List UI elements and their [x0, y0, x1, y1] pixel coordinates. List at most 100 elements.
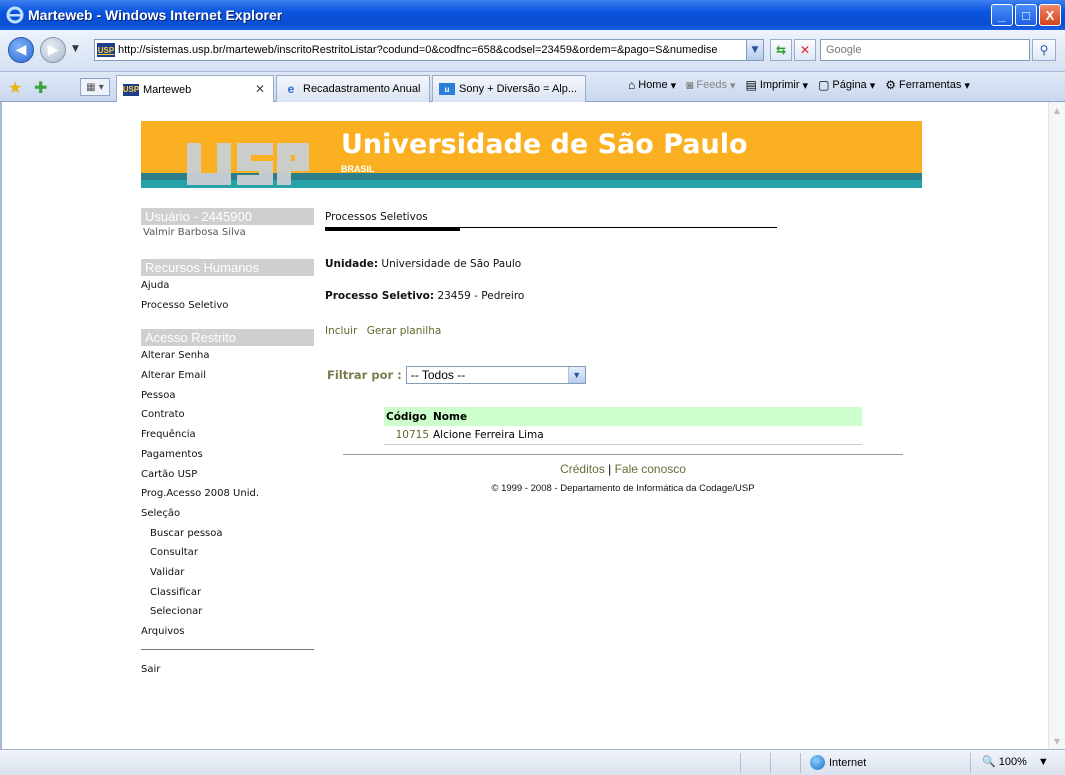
action-links: Incluir Gerar planilha [325, 325, 447, 337]
feeds-button[interactable]: ◙ Feeds ▾ [686, 78, 735, 92]
chevron-down-icon[interactable]: ▼ [567, 367, 585, 383]
sidebar-item-restricted[interactable]: Frequência [141, 425, 316, 445]
section-title-accent [325, 228, 460, 231]
add-favorites-icon[interactable]: ✚ [34, 78, 47, 97]
status-segment [970, 753, 971, 773]
column-header-codigo[interactable]: Código [384, 407, 431, 426]
address-dropdown-icon[interactable]: ▼ [746, 40, 763, 60]
filter-row: Filtrar por : -- Todos -- ▼ [327, 366, 586, 384]
scroll-up-icon[interactable]: ▲ [1049, 102, 1065, 118]
feed-icon: ◙ [686, 78, 694, 92]
close-window-button[interactable]: X [1039, 4, 1061, 26]
sidebar-item-restricted[interactable]: Alterar Senha [141, 346, 316, 366]
zone-label: Internet [829, 756, 867, 769]
zoom-control[interactable]: 🔍 100% ▼ [982, 755, 1049, 769]
filter-select[interactable]: -- Todos -- ▼ [405, 366, 586, 384]
sidebar-item-restricted[interactable]: Cartão USP [141, 465, 316, 485]
candidates-table: Código Nome 10715 Alcione Ferreira Lima [384, 407, 862, 445]
status-segment [740, 753, 741, 773]
sidebar-item-restricted[interactable]: Consultar [141, 543, 316, 563]
vertical-scrollbar[interactable]: ▲ ▼ [1048, 102, 1065, 749]
globe-icon [810, 755, 825, 770]
history-dropdown-icon[interactable]: ▼ [72, 44, 79, 54]
university-title: Universidade de São Paulo [341, 129, 748, 160]
section-title: Processos Seletivos [325, 211, 428, 223]
tab-marteweb[interactable]: USP Marteweb ✕ [116, 75, 274, 103]
sidebar-item-restricted[interactable]: Alterar Email [141, 366, 316, 386]
processo-row: Processo Seletivo: 23459 - Pedreiro [325, 290, 524, 302]
sidebar-item-restricted[interactable]: Pagamentos [141, 445, 316, 465]
sidebar-item-restricted[interactable]: Buscar pessoa [141, 524, 316, 544]
status-bar: Internet 🔍 100% ▼ [0, 749, 1065, 775]
copyright-text: © 1999 - 2008 - Departamento de Informát… [491, 483, 755, 494]
print-button[interactable]: ▤ Imprimir ▾ [745, 78, 808, 92]
sidebar-item-rh[interactable]: Processo Seletivo [141, 296, 316, 316]
refresh-button[interactable]: ⇆ [770, 39, 792, 61]
page-icon: ▢ [818, 78, 830, 92]
sidebar-item-restricted[interactable]: Classificar [141, 583, 316, 603]
window-titlebar[interactable]: Marteweb - Windows Internet Explorer _ □… [0, 0, 1065, 30]
sidebar: Usuário - 2445900 Valmir Barbosa Silva R… [141, 208, 316, 679]
cell-nome: Alcione Ferreira Lima [431, 426, 862, 445]
sidebar-item-restricted[interactable]: Contrato [141, 405, 316, 425]
processo-value: 23459 - Pedreiro [437, 290, 525, 302]
user-name: Valmir Barbosa Silva [143, 227, 246, 238]
tools-menu-button[interactable]: ⚙ Ferramentas ▾ [885, 78, 970, 92]
feeds-label: Feeds [696, 79, 727, 91]
processo-label: Processo Seletivo: [325, 290, 435, 302]
page-menu-button[interactable]: ▢ Página ▾ [818, 78, 875, 92]
table-row[interactable]: 10715 Alcione Ferreira Lima [384, 426, 862, 445]
url-text[interactable]: http://sistemas.usp.br/marteweb/inscrito… [118, 44, 746, 56]
maximize-button[interactable]: □ [1015, 4, 1037, 26]
zoom-dropdown-icon[interactable]: ▼ [1038, 756, 1049, 768]
stop-button[interactable]: ✕ [794, 39, 816, 61]
fale-conosco-link[interactable]: Fale conosco [615, 462, 686, 476]
site-tab-icon: u [439, 83, 455, 95]
column-header-nome[interactable]: Nome [431, 407, 862, 426]
rh-header: Recursos Humanos [141, 259, 314, 276]
quick-tabs-button[interactable]: ▦ ▾ [80, 78, 110, 96]
sidebar-item-sair[interactable]: Sair [141, 660, 316, 680]
search-placeholder: Google [826, 44, 862, 56]
address-field[interactable]: USP http://sistemas.usp.br/marteweb/insc… [94, 39, 764, 61]
footer-links: Créditos | Fale conosco [343, 462, 903, 476]
search-input[interactable]: Google [820, 39, 1030, 61]
tab-sony[interactable]: u Sony + Diversão = Alp... [432, 75, 586, 102]
sidebar-item-restricted[interactable]: Validar [141, 563, 316, 583]
close-tab-icon[interactable]: ✕ [255, 82, 265, 96]
home-icon: ⌂ [628, 78, 636, 92]
sidebar-item-rh[interactable]: Ajuda [141, 276, 316, 296]
quick-tabs-icon: ▦ ▾ [86, 81, 104, 93]
filter-label: Filtrar por : [327, 368, 402, 382]
sidebar-item-restricted[interactable]: Seleção [141, 504, 316, 524]
usp-banner: Universidade de São Paulo BRASIL [141, 121, 922, 188]
favorites-star-icon[interactable]: ★ [8, 78, 22, 97]
creditos-link[interactable]: Créditos [560, 462, 605, 476]
address-toolbar: ◀ ▶ ▼ USP http://sistemas.usp.br/martewe… [0, 30, 1065, 72]
sidebar-item-restricted[interactable]: Pessoa [141, 386, 316, 406]
home-button[interactable]: ⌂ Home ▾ [628, 78, 676, 92]
unidade-label: Unidade: [325, 258, 379, 270]
scroll-down-icon[interactable]: ▼ [1049, 733, 1065, 749]
security-zone[interactable]: Internet [810, 755, 866, 770]
page-label: Página [832, 79, 867, 91]
incluir-link[interactable]: Incluir [325, 325, 357, 337]
cell-codigo[interactable]: 10715 [384, 426, 431, 445]
forward-button[interactable]: ▶ [40, 37, 66, 63]
footer-separator: | [608, 462, 612, 476]
printer-icon: ▤ [745, 78, 757, 92]
sidebar-divider [141, 648, 314, 650]
sidebar-item-restricted[interactable]: Selecionar [141, 602, 316, 622]
sidebar-item-restricted[interactable]: Prog.Acesso 2008 Unid. [141, 484, 316, 504]
gerar-planilha-link[interactable]: Gerar planilha [367, 325, 442, 337]
sidebar-item-restricted[interactable]: Arquivos [141, 622, 316, 642]
back-button[interactable]: ◀ [8, 37, 34, 63]
search-button[interactable]: ⚲ [1032, 39, 1056, 61]
usp-logo-icon [187, 143, 309, 185]
tab-recadastramento[interactable]: e Recadastramento Anual [276, 75, 430, 102]
restricted-header: Acesso Restrito [141, 329, 314, 347]
zoom-level: 100% [998, 755, 1027, 768]
user-header: Usuário - 2445900 [141, 208, 314, 225]
tab-label: Recadastramento Anual [303, 83, 421, 95]
minimize-button[interactable]: _ [991, 4, 1013, 26]
